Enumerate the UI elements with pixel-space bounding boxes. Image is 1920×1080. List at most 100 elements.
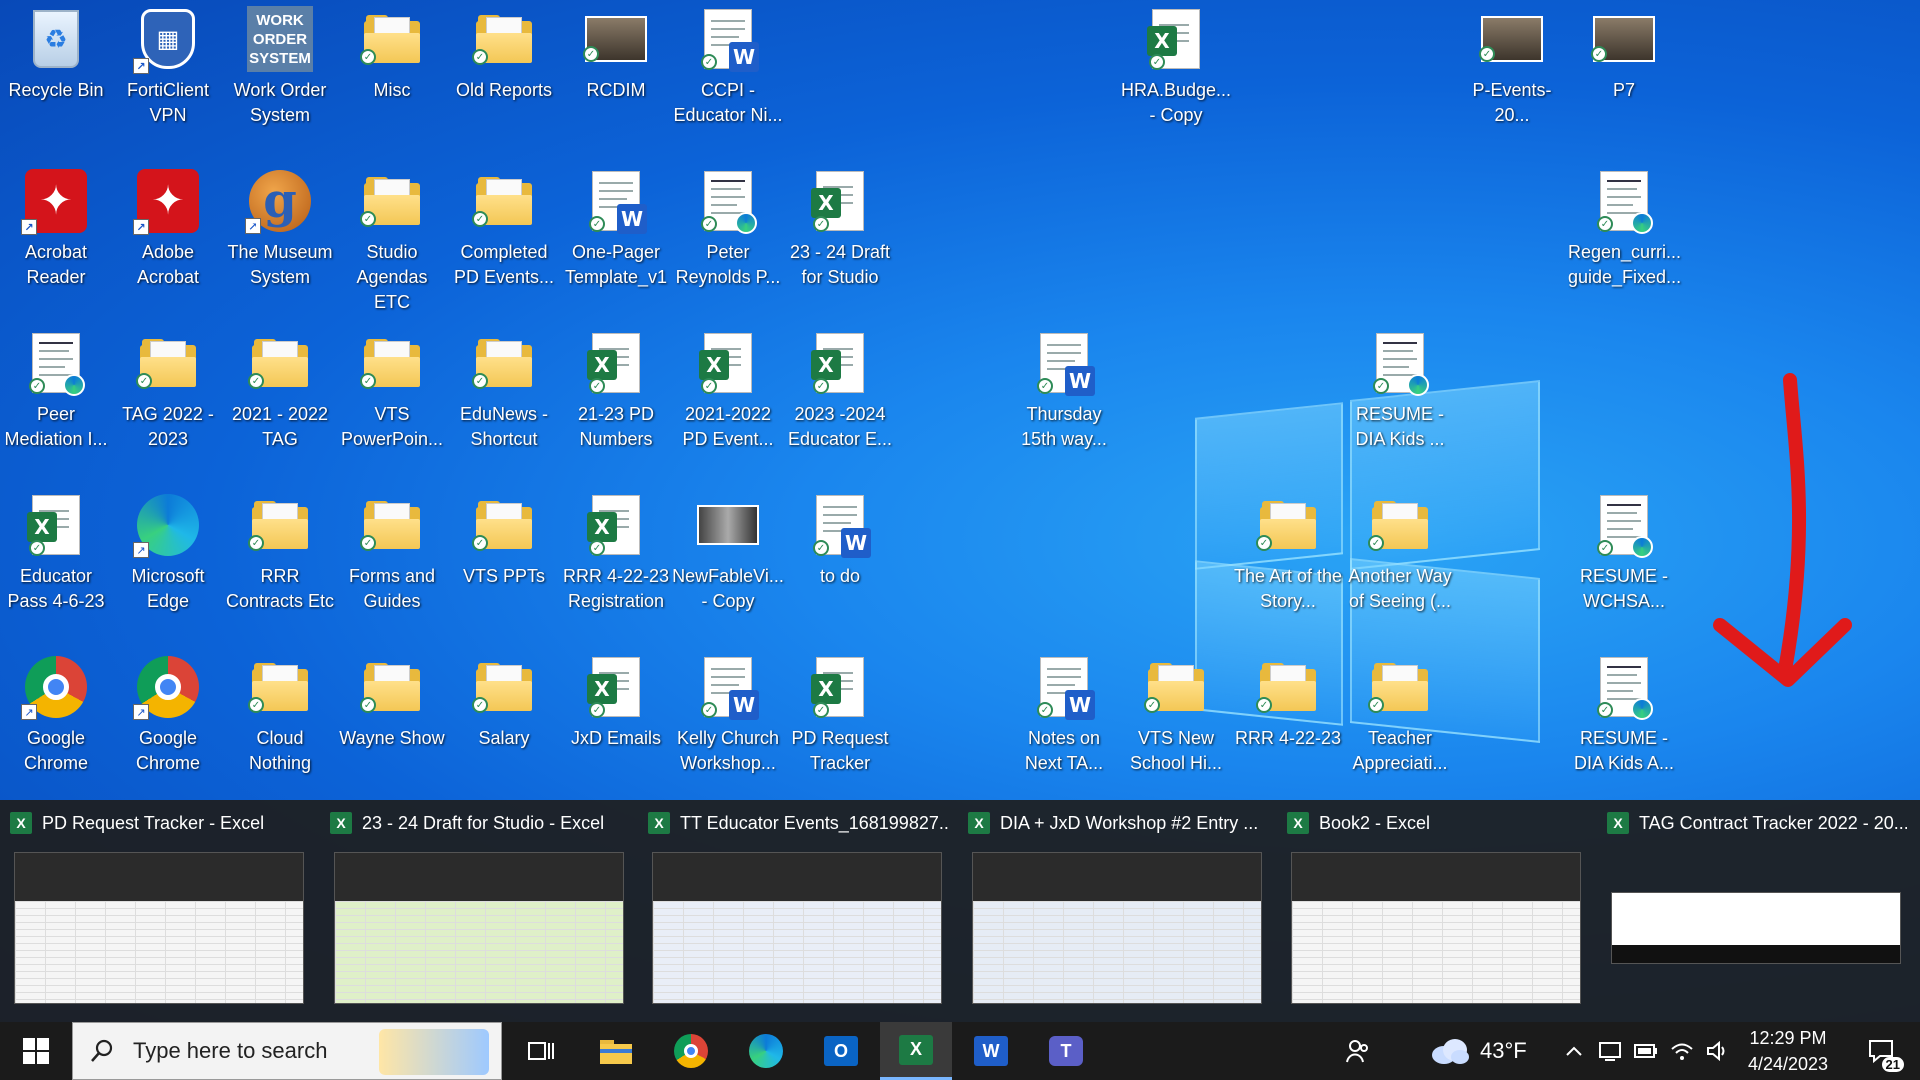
- desktop-icon[interactable]: ↗ Microsoft Edge: [112, 492, 224, 614]
- desktop-icon-label: Acrobat Reader: [24, 242, 88, 287]
- desktop-icon[interactable]: ✓ VTS PowerPoin...: [336, 330, 448, 452]
- desktop-icon[interactable]: ✓ RCDIM: [560, 6, 672, 103]
- desktop-icon[interactable]: ✓ EduNews - Shortcut: [448, 330, 560, 452]
- desktop-icon[interactable]: ✓ Salary: [448, 654, 560, 751]
- desktop-icon[interactable]: X ✓ JxD Emails: [560, 654, 672, 751]
- desktop-icon[interactable]: W ✓ One-Pager Template_v1: [560, 168, 672, 290]
- preview-thumbnail: [1611, 892, 1901, 964]
- desktop-icon[interactable]: ✓ RESUME - DIA Kids A...: [1568, 654, 1680, 776]
- excel-window-preview[interactable]: X 23 - 24 Draft for Studio - Excel: [320, 800, 638, 1022]
- desktop-icon[interactable]: W ✓ CCPI - Educator Ni...: [672, 6, 784, 128]
- desktop-icon[interactable]: X ✓ Educator Pass 4-6-23: [0, 492, 112, 614]
- desktop-icon[interactable]: ✓ P7: [1568, 6, 1680, 103]
- desktop-icon[interactable]: ✓ RESUME - DIA Kids ...: [1344, 330, 1456, 452]
- desktop-icon[interactable]: ♻ Recycle Bin: [0, 6, 112, 103]
- cloud-icon: [1432, 1039, 1469, 1064]
- desktop-icon-label: NewFableVi... - Copy: [672, 566, 784, 611]
- excel-window-preview[interactable]: X DIA + JxD Workshop #2 Entry ...: [958, 800, 1276, 1022]
- tray-device-button[interactable]: [1592, 1022, 1628, 1080]
- desktop-icon[interactable]: W ✓ to do: [784, 492, 896, 589]
- desktop-icon[interactable]: NewFableVi... - Copy: [672, 492, 784, 614]
- excel-window-preview[interactable]: X Book2 - Excel: [1277, 800, 1595, 1022]
- start-button[interactable]: [0, 1022, 72, 1080]
- desktop-icon[interactable]: X ✓ HRA.Budge... - Copy: [1120, 6, 1232, 128]
- task-view-button[interactable]: [505, 1022, 577, 1080]
- desktop-icon[interactable]: X ✓ 2023 -2024 Educator E...: [784, 330, 896, 452]
- desktop-icon[interactable]: ✦ ↗ Adobe Acrobat: [112, 168, 224, 290]
- desktop-icon[interactable]: X ✓ PD Request Tracker: [784, 654, 896, 776]
- desktop-icon-label: P-Events-20...: [1472, 80, 1552, 125]
- photo-icon: ✓: [1479, 6, 1543, 72]
- desktop-icon[interactable]: ✓ RRR 4-22-23: [1232, 654, 1344, 751]
- volume-button[interactable]: [1700, 1022, 1736, 1080]
- word-doc-icon: W ✓: [1033, 330, 1095, 396]
- folder-icon: ✓: [1256, 654, 1319, 720]
- excel-window-preview[interactable]: X PD Request Tracker - Excel: [0, 800, 318, 1022]
- desktop-icon[interactable]: ✓ Regen_curri... guide_Fixed...: [1568, 168, 1681, 290]
- desktop-icon[interactable]: ✦ ↗ Acrobat Reader: [0, 168, 112, 290]
- teams-taskbar-button[interactable]: T: [1030, 1022, 1102, 1080]
- excel-window-preview[interactable]: X TAG Contract Tracker 2022 - 20...: [1597, 800, 1915, 1022]
- desktop-icon[interactable]: W ✓ Notes on Next TA...: [1008, 654, 1120, 776]
- desktop-icon[interactable]: ↗ Google Chrome: [112, 654, 224, 776]
- chrome-icon: ↗: [21, 654, 87, 720]
- clock[interactable]: 12:29 PM 4/24/2023: [1740, 1022, 1836, 1080]
- battery-button[interactable]: [1628, 1022, 1664, 1080]
- excel-file-icon: X ✓: [585, 492, 647, 558]
- preview-thumbnail: [972, 852, 1262, 1004]
- desktop-icon[interactable]: X ✓ 23 - 24 Draft for Studio: [784, 168, 896, 290]
- weather-widget[interactable]: 43°F: [1430, 1022, 1527, 1080]
- taskbar-search-box[interactable]: Type here to search: [72, 1022, 502, 1080]
- desktop-icon[interactable]: ✓ 2021 - 2022 TAG: [224, 330, 336, 452]
- desktop-icon[interactable]: W ✓ Thursday 15th way...: [1008, 330, 1120, 452]
- edge-icon: [749, 1034, 783, 1068]
- network-button[interactable]: [1664, 1022, 1700, 1080]
- desktop-icon[interactable]: ✓ Misc: [336, 6, 448, 103]
- desktop-icon[interactable]: ✓ VTS PPTs: [448, 492, 560, 589]
- desktop-icon[interactable]: ✓ Peter Reynolds P...: [672, 168, 784, 290]
- desktop-icon[interactable]: X ✓ 21-23 PD Numbers: [560, 330, 672, 452]
- desktop-icon[interactable]: ▦ ↗ FortiClient VPN: [112, 6, 224, 128]
- excel-taskbar-preview: X PD Request Tracker - Excel X 23 - 24 Dra…: [0, 800, 1920, 1022]
- desktop-icon-label: RRR 4-22-23 Registration: [562, 566, 670, 611]
- chrome-taskbar-button[interactable]: [655, 1022, 727, 1080]
- excel-window-preview[interactable]: X TT Educator Events_168199827...: [638, 800, 956, 1022]
- edge-taskbar-button[interactable]: [730, 1022, 802, 1080]
- file-explorer-button[interactable]: [580, 1022, 652, 1080]
- desktop-icon[interactable]: ✓ The Art of the Story...: [1232, 492, 1344, 614]
- desktop-icon[interactable]: ✓ Peer Mediation I...: [0, 330, 112, 452]
- people-button[interactable]: [1330, 1022, 1386, 1080]
- desktop-icon-label: PD Request Tracker: [791, 728, 889, 773]
- word-taskbar-button[interactable]: W: [955, 1022, 1027, 1080]
- desktop-icon[interactable]: ✓ Cloud Nothing: [224, 654, 336, 776]
- desktop-icon[interactable]: g ↗ The Museum System: [224, 168, 336, 290]
- desktop-icon[interactable]: ✓ RESUME - WCHSA...: [1568, 492, 1680, 614]
- preview-thumbnail: [1291, 852, 1581, 1004]
- show-hidden-icons-button[interactable]: [1556, 1022, 1592, 1080]
- desktop-icon[interactable]: ✓ Old Reports: [448, 6, 560, 103]
- desktop-icon[interactable]: ✓ RRR Contracts Etc: [224, 492, 336, 614]
- folder-icon: ✓: [360, 6, 423, 72]
- pdf-edge-icon: ✓: [25, 330, 87, 396]
- desktop-icon[interactable]: W ✓ Kelly Church Workshop...: [672, 654, 784, 776]
- desktop-icon[interactable]: ✓ P-Events-20...: [1456, 6, 1568, 128]
- desktop-icon-label: VTS PPTs: [462, 566, 546, 586]
- excel-taskbar-button[interactable]: X: [880, 1022, 952, 1080]
- action-center-button[interactable]: 21: [1848, 1022, 1914, 1080]
- desktop-icon[interactable]: ↗ Google Chrome: [0, 654, 112, 776]
- desktop-icon[interactable]: ✓ VTS New School Hi...: [1120, 654, 1232, 776]
- desktop-icon-label: Thursday 15th way...: [1021, 404, 1107, 449]
- desktop-icon-label: Old Reports: [455, 80, 553, 100]
- desktop-icon[interactable]: ✓ Another Way of Seeing (...: [1344, 492, 1456, 614]
- desktop-icon[interactable]: ✓ TAG 2022 - 2023: [112, 330, 224, 452]
- desktop-icon[interactable]: X ✓ RRR 4-22-23 Registration: [560, 492, 672, 614]
- pdf-edge-icon: ✓: [1593, 168, 1655, 234]
- desktop-icon[interactable]: ✓ Studio Agendas ETC: [336, 168, 448, 315]
- desktop-icon[interactable]: X ✓ 2021-2022 PD Event...: [672, 330, 784, 452]
- desktop-icon[interactable]: ✓ Teacher Appreciati...: [1344, 654, 1456, 776]
- desktop-icon[interactable]: ✓ Forms and Guides: [336, 492, 448, 614]
- desktop-icon[interactable]: ✓ Wayne Show: [336, 654, 448, 751]
- outlook-taskbar-button[interactable]: O: [805, 1022, 877, 1080]
- desktop-icon[interactable]: ✓ Completed PD Events...: [448, 168, 560, 290]
- desktop-icon[interactable]: WORK ORDER SYSTEM Work Order System: [224, 6, 336, 128]
